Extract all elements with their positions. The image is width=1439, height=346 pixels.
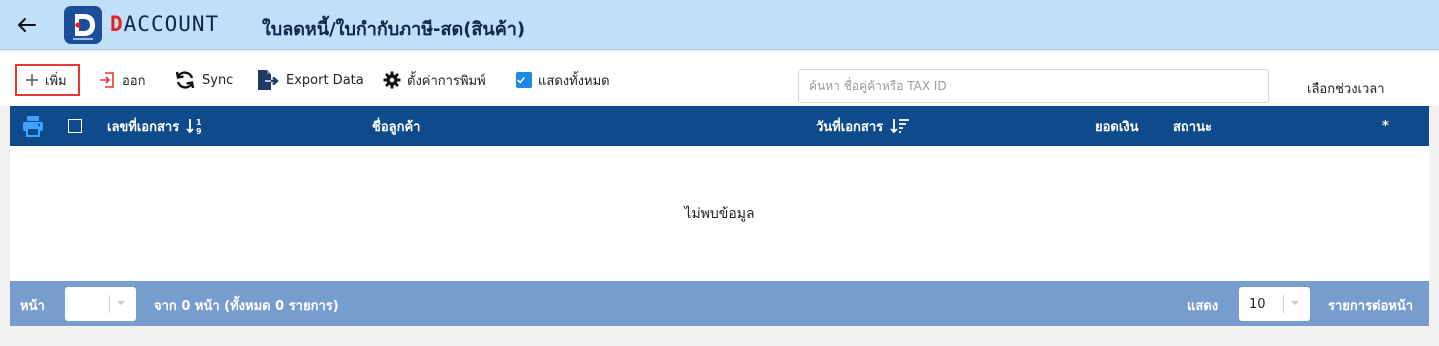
select-divider — [1283, 295, 1284, 313]
page-title: ใบลดหนี้/ใบกำกับภาษี-สด(สินค้า) — [262, 19, 526, 40]
select-all-checkbox[interactable] — [68, 106, 82, 146]
sync-icon — [175, 71, 195, 89]
column-doc-no: เลขที่เอกสาร 1 9 — [107, 106, 205, 146]
exit-icon — [100, 72, 114, 88]
empty-state-message: ไม่พบข้อมูล — [684, 205, 755, 222]
logo-wordmark: DACCOUNT — [110, 12, 220, 36]
app-header: DACCOUNT ใบลดหนี้/ใบกำกับภาษี-สด(สินค้า) — [0, 0, 1439, 50]
show-all-label: แสดงทั้งหมด — [538, 73, 610, 89]
add-button[interactable]: เพิ่ม — [15, 64, 80, 96]
chevron-down-icon — [1291, 301, 1299, 305]
page: DACCOUNT ใบลดหนี้/ใบกำกับภาษี-สด(สินค้า)… — [0, 0, 1439, 346]
select-period-button[interactable]: เลือกช่วงเวลา — [1307, 78, 1385, 99]
export-data-button[interactable]: Export Data — [256, 64, 364, 96]
column-doc-no-label: เลขที่เอกสาร — [107, 119, 180, 135]
add-button-label: เพิ่ม — [45, 73, 67, 89]
logo-icon — [64, 6, 102, 44]
plus-icon — [26, 74, 38, 86]
sort-icon[interactable] — [889, 116, 911, 136]
svg-text:1: 1 — [196, 118, 202, 127]
back-arrow-icon[interactable] — [14, 12, 40, 38]
select-divider — [109, 295, 110, 313]
column-extra: * — [1382, 118, 1389, 134]
exit-button[interactable]: ออก — [98, 64, 146, 96]
search-input[interactable] — [798, 69, 1269, 103]
svg-text:9: 9 — [196, 127, 202, 136]
page-size-select[interactable]: 10 — [1239, 287, 1310, 321]
checkbox-checked-icon — [516, 72, 532, 88]
chevron-down-icon — [117, 301, 125, 305]
toolbar: เพิ่ม ออก Sync Export Data ตั้งค่าการพิม… — [0, 52, 1439, 106]
checkbox-icon — [68, 119, 82, 133]
page-label: หน้า — [20, 299, 45, 314]
sync-button[interactable]: Sync — [174, 64, 233, 96]
print-settings-label: ตั้งค่าการพิมพ์ — [407, 73, 486, 89]
page-summary: จาก 0 หน้า (ทั้งหมด 0 รายการ) — [154, 299, 339, 314]
sort-icon[interactable]: 1 9 — [185, 116, 205, 136]
page-size-value: 10 — [1249, 296, 1266, 312]
gear-icon — [383, 71, 401, 89]
pagination-bar: หน้า จาก 0 หน้า (ทั้งหมด 0 รายการ) แสดง … — [10, 281, 1429, 326]
export-data-label: Export Data — [286, 72, 364, 88]
show-all-checkbox[interactable]: แสดงทั้งหมด — [516, 64, 610, 96]
column-status: สถานะ — [1173, 119, 1212, 135]
exit-button-label: ออก — [122, 73, 146, 89]
show-label: แสดง — [1187, 299, 1219, 314]
table-header: เลขที่เอกสาร 1 9 ชื่อลูกค้า วันที่เอกสาร… — [10, 106, 1429, 146]
export-file-icon — [258, 70, 279, 90]
page-number-select[interactable] — [65, 287, 136, 321]
print-settings-button[interactable]: ตั้งค่าการพิมพ์ — [383, 64, 486, 96]
sync-button-label: Sync — [202, 72, 234, 88]
column-amount: ยอดเงิน — [1095, 119, 1139, 135]
column-doc-date-label: วันที่เอกสาร — [816, 119, 884, 135]
printer-icon — [23, 116, 43, 137]
column-customer: ชื่อลูกค้า — [372, 119, 421, 135]
print-selected-button[interactable] — [22, 106, 44, 146]
column-doc-date: วันที่เอกสาร — [816, 106, 911, 146]
per-page-label: รายการต่อหน้า — [1328, 299, 1414, 314]
logo-wordmark-rest: ACCOUNT — [123, 12, 220, 36]
documents-table: เลขที่เอกสาร 1 9 ชื่อลูกค้า วันที่เอกสาร… — [10, 106, 1429, 326]
